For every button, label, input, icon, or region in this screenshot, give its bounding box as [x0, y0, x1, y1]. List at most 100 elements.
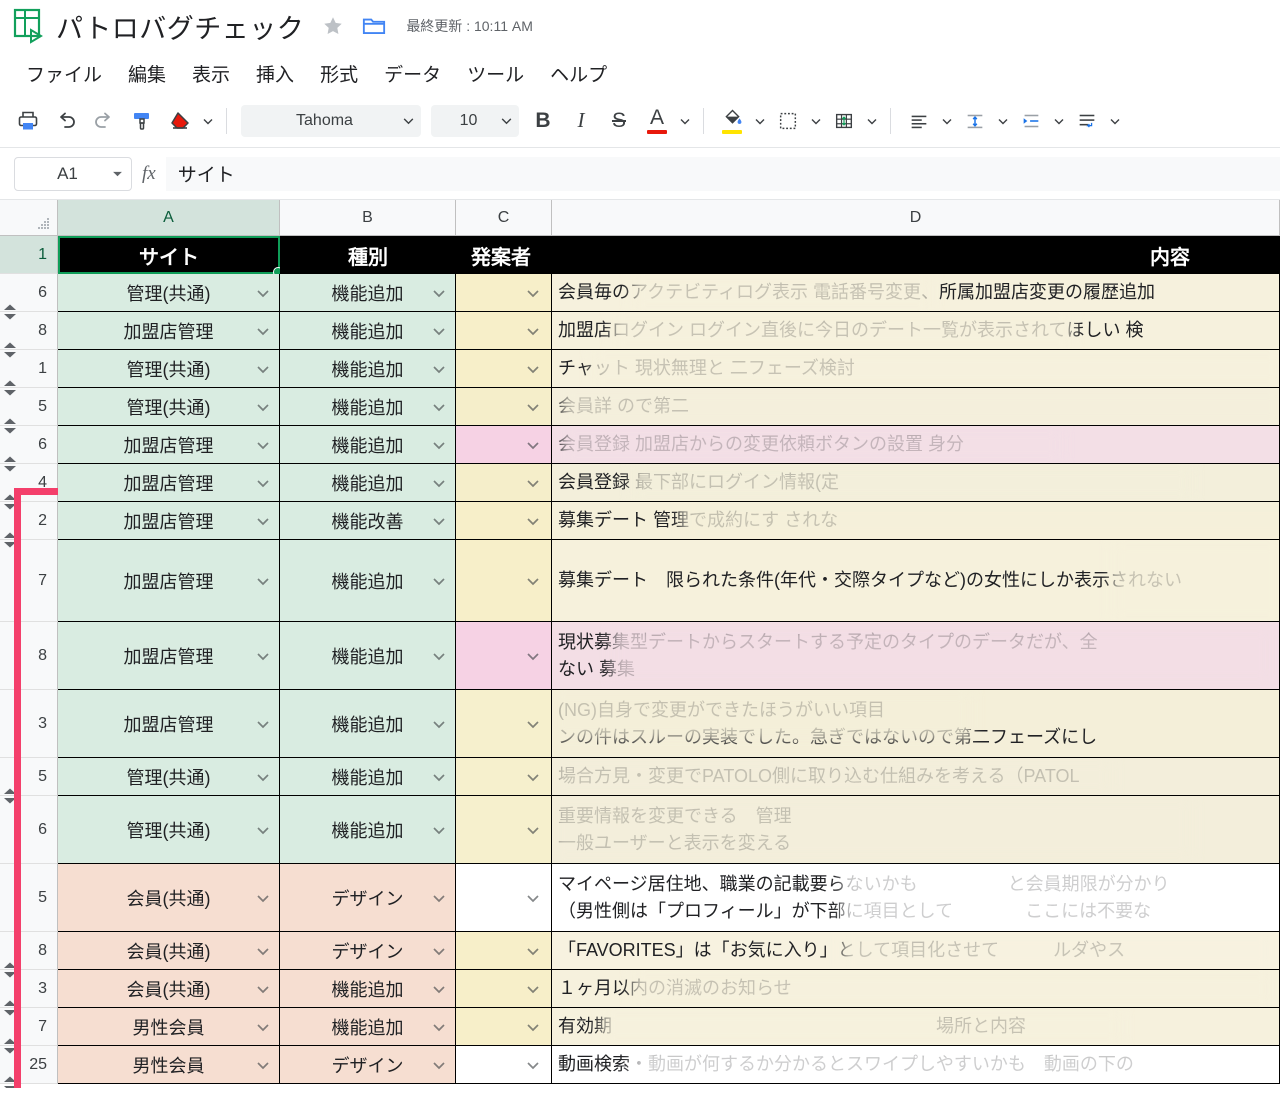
chevron-down-icon[interactable]: [255, 573, 271, 589]
row-number[interactable]: 8: [0, 932, 58, 970]
row-number[interactable]: 8: [0, 622, 58, 690]
chevron-down-icon[interactable]: [431, 285, 447, 301]
menu-item-insert[interactable]: 挿入: [246, 57, 304, 90]
cell-content[interactable]: 会員登録 最下部にログイン情報(定: [552, 464, 1280, 502]
chevron-down-icon[interactable]: [431, 943, 447, 959]
font-size-select[interactable]: 10: [431, 104, 519, 137]
chevron-down-icon[interactable]: [255, 1057, 271, 1073]
cell-content[interactable]: (NG)自身で変更ができたほうがいい項目 ンの件はスルーの実装でした。急ぎではな…: [552, 690, 1280, 758]
cell-type[interactable]: デザイン: [280, 864, 456, 932]
cell-content[interactable]: 有効期 場所と内容: [552, 1008, 1280, 1046]
chevron-down-icon[interactable]: [255, 323, 271, 339]
chevron-down-icon[interactable]: [431, 822, 447, 838]
chevron-down-icon[interactable]: [525, 399, 541, 415]
chevron-down-icon[interactable]: [431, 361, 447, 377]
cell-author[interactable]: [456, 350, 552, 388]
cell-content[interactable]: チャット 現状無理と 二フェーズ検討: [552, 350, 1280, 388]
chevron-down-icon[interactable]: [255, 475, 271, 491]
strikethrough-button[interactable]: S: [601, 103, 637, 139]
indent-chevron-down-icon[interactable]: [1051, 103, 1067, 139]
chevron-down-icon[interactable]: [255, 285, 271, 301]
chevron-down-icon[interactable]: [431, 890, 447, 906]
header-cell-type[interactable]: 種別: [280, 236, 456, 274]
horizontal-align-chevron-down-icon[interactable]: [939, 103, 955, 139]
cell-author[interactable]: [456, 464, 552, 502]
row-number[interactable]: 7: [0, 540, 58, 622]
chevron-down-icon[interactable]: [525, 716, 541, 732]
cell-site[interactable]: 加盟店管理: [58, 502, 280, 540]
cell-site[interactable]: 男性会員: [58, 1008, 280, 1046]
cell-site[interactable]: 加盟店管理: [58, 540, 280, 622]
column-header-a[interactable]: A: [58, 200, 280, 235]
cell-content[interactable]: １ヶ月以内の消滅のお知らせ: [552, 970, 1280, 1008]
cell-author[interactable]: [456, 388, 552, 426]
chevron-down-icon[interactable]: [525, 1019, 541, 1035]
vertical-align-chevron-down-icon[interactable]: [995, 103, 1011, 139]
cell-author[interactable]: [456, 312, 552, 350]
chevron-down-icon[interactable]: [525, 437, 541, 453]
menu-item-file[interactable]: ファイル: [16, 57, 112, 90]
fill-handle[interactable]: [273, 267, 280, 274]
cell-site[interactable]: 管理(共通): [58, 796, 280, 864]
chevron-down-icon[interactable]: [431, 573, 447, 589]
chevron-down-icon[interactable]: [431, 323, 447, 339]
chevron-down-icon[interactable]: [525, 981, 541, 997]
chevron-down-icon[interactable]: [525, 323, 541, 339]
cell-author[interactable]: [456, 274, 552, 312]
cell-content[interactable]: 会員毎のアクテビティログ表示 電話番号変更、所属加盟店変更の履歴追加: [552, 274, 1280, 312]
chevron-down-icon[interactable]: [255, 890, 271, 906]
menu-item-data[interactable]: データ: [374, 57, 451, 90]
chevron-down-icon[interactable]: [431, 1057, 447, 1073]
chevron-down-icon[interactable]: [255, 648, 271, 664]
select-all-corner[interactable]: [0, 200, 58, 235]
chevron-down-icon[interactable]: [525, 648, 541, 664]
chevron-down-icon[interactable]: [255, 981, 271, 997]
menu-item-help[interactable]: ヘルプ: [540, 57, 617, 90]
indent-icon[interactable]: [1013, 103, 1049, 139]
cell-content[interactable]: 加盟店ログイン ログイン直後に今日のデート一覧が表示されてほしい 検: [552, 312, 1280, 350]
cell-content[interactable]: マイページ居住地、職業の記載要らないかも と会員期限が分かり （男性側は「プロフ…: [552, 864, 1280, 932]
cell-type[interactable]: 機能追加: [280, 758, 456, 796]
cell-site[interactable]: 会員(共通): [58, 970, 280, 1008]
header-cell-site[interactable]: サイト: [58, 236, 280, 274]
menu-item-edit[interactable]: 編集: [118, 57, 176, 90]
chevron-down-icon[interactable]: [431, 399, 447, 415]
text-wrap-icon[interactable]: [1069, 103, 1105, 139]
row-number[interactable]: 5: [0, 864, 58, 932]
chevron-down-icon[interactable]: [431, 981, 447, 997]
row-number[interactable]: 8: [0, 312, 58, 350]
cell-content[interactable]: 重要情報を変更できる 管理 一般ユーザーと表示を変える: [552, 796, 1280, 864]
redo-icon[interactable]: [86, 103, 122, 139]
cell-type[interactable]: 機能改善: [280, 502, 456, 540]
cell-type[interactable]: 機能追加: [280, 464, 456, 502]
cell-type[interactable]: 機能追加: [280, 350, 456, 388]
cell-site[interactable]: 会員(共通): [58, 864, 280, 932]
cell-type[interactable]: デザイン: [280, 1046, 456, 1084]
column-header-b[interactable]: B: [280, 200, 456, 235]
cell-author[interactable]: [456, 758, 552, 796]
document-title[interactable]: パトロバグチェック: [56, 7, 304, 46]
italic-button[interactable]: I: [563, 103, 599, 139]
borders-icon[interactable]: [770, 103, 806, 139]
row-number[interactable]: 2: [0, 502, 58, 540]
cell-site[interactable]: 加盟店管理: [58, 464, 280, 502]
row-number[interactable]: 1: [0, 350, 58, 388]
menu-item-tools[interactable]: ツール: [457, 57, 534, 90]
cell-author[interactable]: [456, 540, 552, 622]
merge-cells-chevron-down-icon[interactable]: [864, 103, 880, 139]
chevron-down-icon[interactable]: [431, 716, 447, 732]
chevron-down-icon[interactable]: [431, 475, 447, 491]
cell-type[interactable]: 機能追加: [280, 274, 456, 312]
clear-format-chevron-down-icon[interactable]: [200, 103, 216, 139]
row-number[interactable]: 6: [0, 274, 58, 312]
header-cell-author[interactable]: 発案者: [456, 236, 552, 274]
chevron-down-icon[interactable]: [525, 769, 541, 785]
cell-type[interactable]: 機能追加: [280, 312, 456, 350]
folder-icon[interactable]: [362, 15, 386, 37]
borders-chevron-down-icon[interactable]: [808, 103, 824, 139]
cell-author[interactable]: [456, 796, 552, 864]
cell-type[interactable]: 機能追加: [280, 970, 456, 1008]
cell-type[interactable]: 機能追加: [280, 622, 456, 690]
cell-type[interactable]: 機能追加: [280, 1008, 456, 1046]
text-color-button[interactable]: A: [639, 103, 675, 139]
